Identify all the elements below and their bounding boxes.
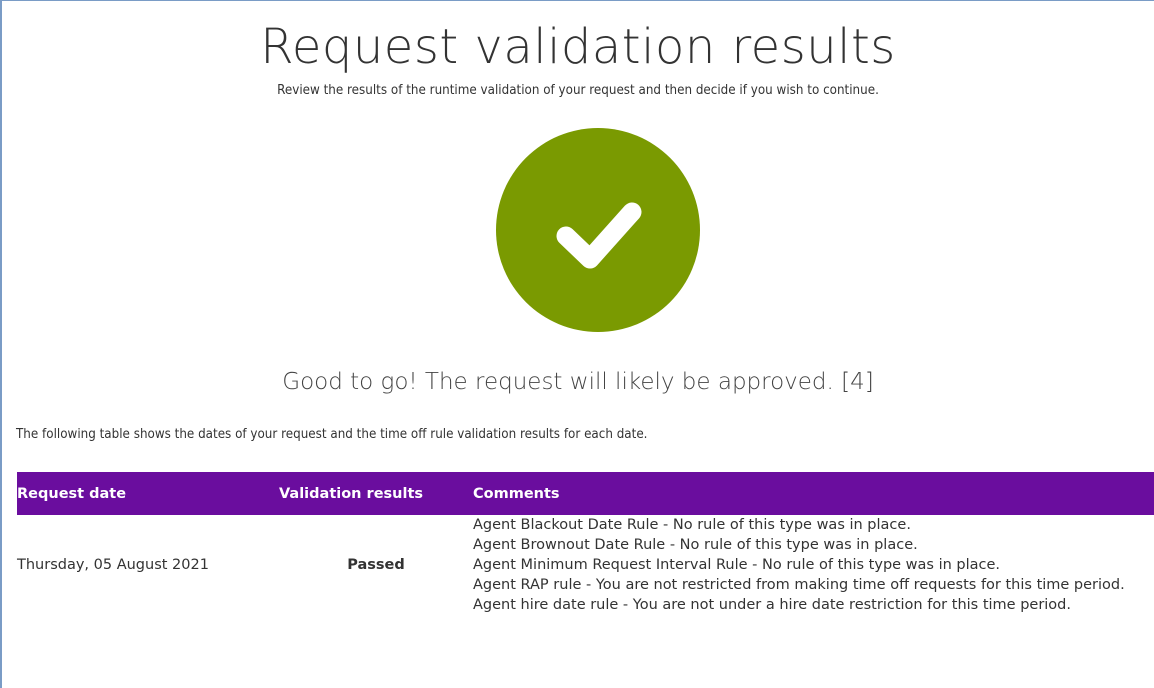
table-header-row: Request date Validation results Comments (17, 472, 1154, 515)
validation-result-cell: Passed (347, 557, 405, 573)
page-subtitle: Review the results of the runtime valida… (277, 83, 879, 98)
page-frame: Request validation results Review the re… (0, 0, 1154, 688)
checkmark-icon (556, 202, 642, 269)
comment-brownout-rule: Agent Brownout Date Rule - No rule of th… (473, 537, 918, 553)
column-header-comments: Comments (473, 485, 560, 502)
comment-blackout-rule: Agent Blackout Date Rule - No rule of th… (473, 517, 911, 533)
page-title: Request validation results (260, 19, 896, 75)
comments-cell: Agent Blackout Date Rule - No rule of th… (473, 515, 1154, 615)
validation-message: Good to go! The request will likely be a… (282, 369, 874, 395)
table-row: Thursday, 05 August 2021 Passed Agent Bl… (17, 515, 1154, 615)
comment-rap-rule: Agent RAP rule - You are not restricted … (473, 577, 1125, 593)
request-date-cell: Thursday, 05 August 2021 (17, 557, 209, 573)
comment-hire-date-rule: Agent hire date rule - You are not under… (473, 597, 1071, 613)
column-header-request-date: Request date (17, 485, 127, 502)
comment-min-interval-rule: Agent Minimum Request Interval Rule - No… (473, 557, 1001, 573)
table-intro-text: The following table shows the dates of y… (16, 427, 648, 442)
validation-results-table: Request date Validation results Comments… (17, 472, 1154, 615)
success-badge (496, 128, 700, 332)
column-header-validation-results: Validation results (279, 485, 424, 502)
